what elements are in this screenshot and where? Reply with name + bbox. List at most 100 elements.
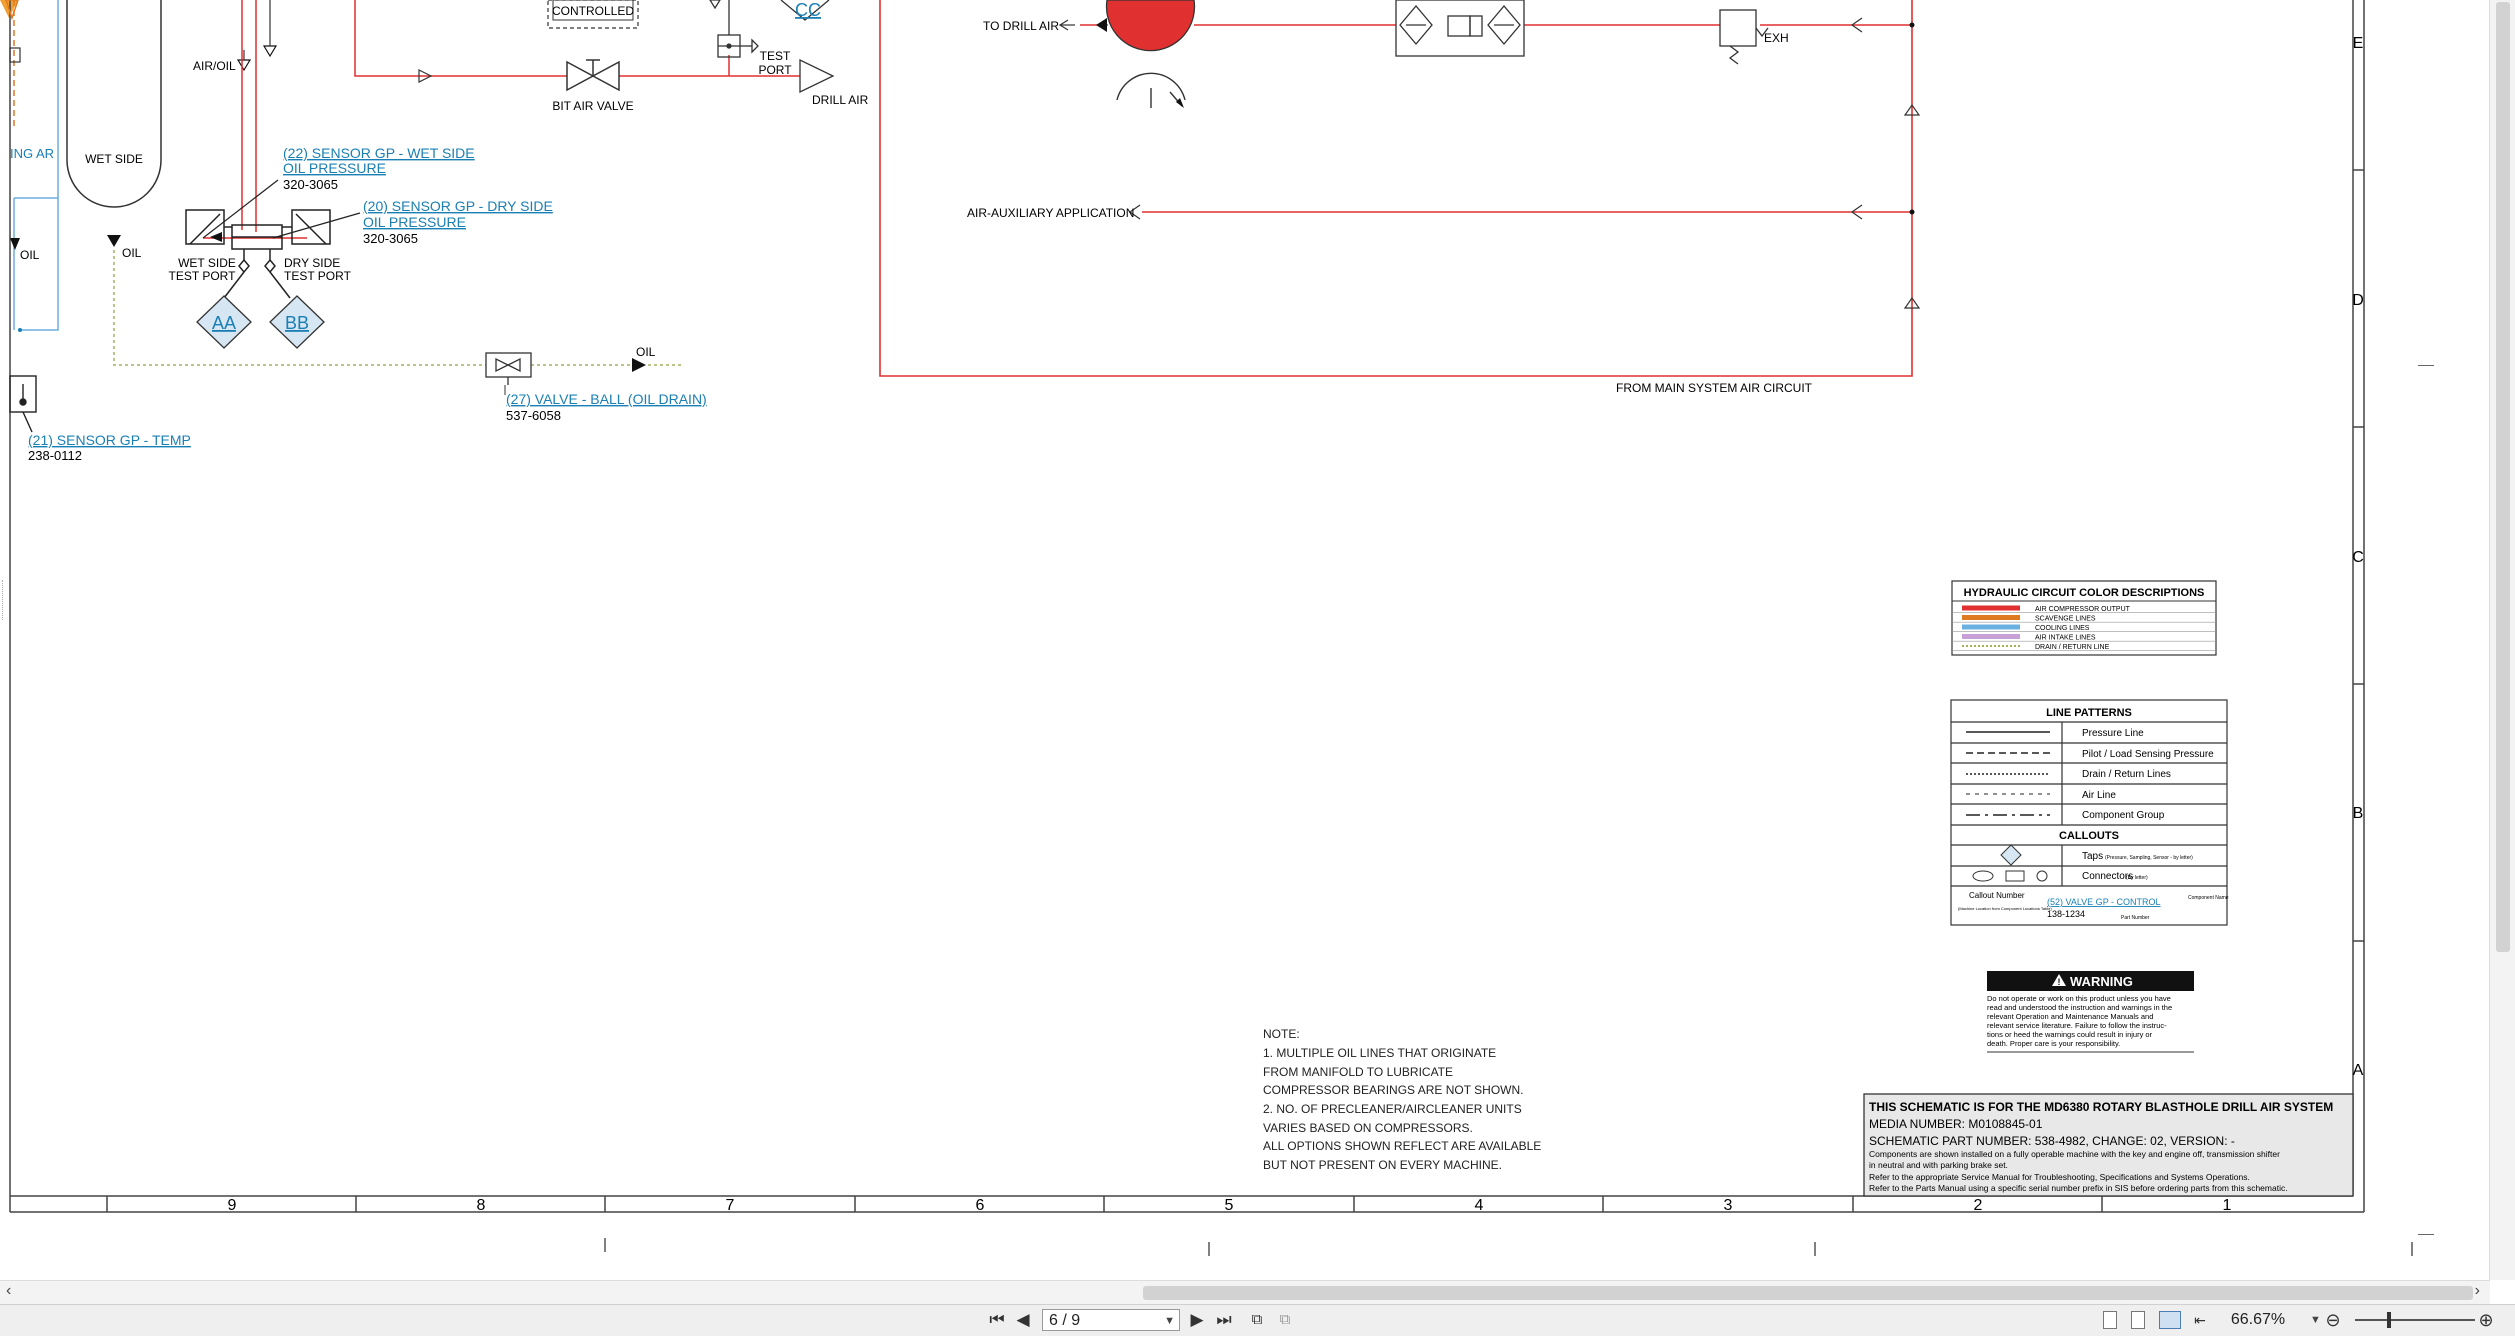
bottom-toolbar: ⏮ ◀ 6 / 9 ▼ ▶ ⏭ ⧉ ⧉ ⇤ 66.67% ▼ ⊖ ⊕ (0, 1304, 2515, 1336)
air-system-schematic: E D C B A 9 8 7 6 5 4 3 2 1 WET SIDE ING… (5, 0, 2413, 1256)
color-legend-title: HYDRAULIC CIRCUIT COLOR DESCRIPTIONS (1964, 587, 2205, 599)
warning-text-line: relevant Operation and Maintenance Manua… (1987, 1012, 2153, 1021)
callout-22-subtitle[interactable]: OIL PRESSURE (283, 160, 386, 176)
connector-legend-icons (1972, 870, 2048, 882)
example-callout-number-label: Callout Number (1969, 891, 2025, 900)
filter-regulator-group (1395, 0, 1525, 57)
air-aux-label: AIR-AUXILIARY APPLICATION (967, 206, 1134, 220)
ball-valve-symbol (485, 352, 532, 385)
example-part-label: Part Number (2121, 915, 2150, 921)
zoom-level[interactable]: 66.67% (2222, 1309, 2294, 1331)
note-line: VARIES BASED ON COMPRESSORS. (1263, 1121, 1473, 1135)
warning-title: WARNING (2070, 974, 2133, 989)
tap-cc-label[interactable]: CC (795, 0, 821, 20)
dry-side-test-label-1: DRY SIDE (284, 256, 340, 270)
callout-20-subtitle[interactable]: OIL PRESSURE (363, 214, 466, 230)
callout-27-part: 537-6058 (506, 408, 561, 423)
fit-page-icon[interactable]: ⇤ (2189, 1308, 2211, 1332)
callout-21-title[interactable]: (21) SENSOR GP - TEMP (28, 432, 191, 448)
page-margin-mark (2418, 1234, 2434, 1235)
note-line: ALL OPTIONS SHOWN REFLECT ARE AVAILABLE (1263, 1139, 1541, 1153)
title-block: THIS SCHEMATIC IS FOR THE MD6380 ROTARY … (1863, 1093, 2354, 1197)
page-number-field[interactable]: 6 / 9 ▼ (1042, 1309, 1180, 1331)
taps-note: (Pressure, Sampling, Sensor - by letter) (2105, 855, 2193, 861)
callout-21-part: 238-0112 (28, 448, 82, 463)
callout-20-part: 320-3065 (363, 231, 418, 246)
temp-sensor-symbol (9, 375, 37, 433)
zoom-dropdown-icon[interactable]: ▼ (2310, 1309, 2321, 1331)
two-page-view-icon[interactable] (2159, 1311, 2181, 1329)
tap-aa-label[interactable]: AA (212, 313, 236, 333)
col-number-7: 7 (726, 1197, 735, 1214)
scroll-left-icon[interactable]: ‹ (6, 1282, 11, 1300)
last-page-icon[interactable]: ⏭ (1212, 1308, 1236, 1332)
copy-page-icon[interactable]: ⧉ (1274, 1308, 1296, 1332)
callout-27-title[interactable]: (27) VALVE - BALL (OIL DRAIN) (506, 391, 707, 407)
single-page-view-icon[interactable] (2103, 1311, 2117, 1329)
horizontal-scroll-thumb[interactable] (1143, 1286, 2473, 1300)
title-block-heading: THIS SCHEMATIC IS FOR THE MD6380 ROTARY … (1869, 1100, 2333, 1114)
tap-bb-label[interactable]: BB (285, 313, 309, 333)
vertical-scroll-thumb[interactable] (2496, 2, 2510, 952)
callout-22-title[interactable]: (22) SENSOR GP - WET SIDE (283, 145, 475, 161)
title-block-part: SCHEMATIC PART NUMBER: 538-4982, CHANGE:… (1869, 1134, 2235, 1148)
col-number-2: 2 (1974, 1197, 1983, 1214)
row-letter-d: D (2352, 292, 2364, 309)
drill-air-label: DRILL AIR (812, 93, 869, 107)
row-letter-a: A (2353, 1062, 2364, 1079)
chevron-down-icon[interactable]: ▼ (1164, 1310, 1175, 1332)
test-port-label-1: TEST (760, 49, 791, 63)
rotate-page-icon[interactable]: ⧉ (1246, 1308, 1268, 1332)
callout-20-title[interactable]: (20) SENSOR GP - DRY SIDE (363, 198, 553, 214)
vertical-scrollbar[interactable] (2489, 0, 2515, 1280)
oil-label-mid: OIL (122, 246, 142, 260)
exh-label: EXH (1764, 31, 1789, 45)
zoom-in-icon[interactable]: ⊕ (2475, 1308, 2497, 1332)
hydraulic-color-legend: HYDRAULIC CIRCUIT COLOR DESCRIPTIONS AIR… (1951, 580, 2217, 656)
zoom-slider-knob[interactable] (2387, 1312, 2391, 1328)
example-callout: (52) VALVE GP - CONTROL (2047, 897, 2161, 907)
zoom-out-icon[interactable]: ⊖ (2322, 1308, 2344, 1332)
color-legend-label: DRAIN / RETURN LINE (2035, 644, 2110, 651)
first-page-icon[interactable]: ⏮ (986, 1308, 1008, 1332)
color-legend-label: AIR COMPRESSOR OUTPUT (2035, 606, 2131, 613)
col-number-8: 8 (477, 1197, 486, 1214)
oil-label-right: OIL (636, 345, 656, 359)
color-legend-label: COOLING LINES (2035, 625, 2090, 632)
oil-arrow-left (10, 238, 20, 250)
bit-air-valve-label: BIT AIR VALVE (552, 99, 633, 113)
air-oil-label: AIR/OIL (193, 59, 236, 73)
line-pattern-samples (1966, 731, 2050, 816)
scroll-right-icon[interactable]: › (2475, 1282, 2480, 1300)
col-number-5: 5 (1225, 1197, 1234, 1214)
col-number-9: 9 (228, 1197, 237, 1214)
title-block-line: Refer to the Parts Manual using a specif… (1869, 1183, 2288, 1193)
warning-text-line: read and understood the instruction and … (1987, 1003, 2172, 1012)
line-pattern-label: Pressure Line (2082, 728, 2144, 739)
warning-text-line: tions or heed the warnings could result … (1987, 1030, 2153, 1039)
example-component-name: Component Name (2188, 895, 2229, 901)
col-number-4: 4 (1475, 1197, 1484, 1214)
color-legend-label: AIR INTAKE LINES (2035, 635, 2096, 642)
next-page-icon[interactable]: ▶ (1186, 1308, 1208, 1332)
previous-page-icon[interactable]: ◀ (1012, 1308, 1034, 1332)
col-number-1: 1 (2223, 1197, 2232, 1214)
note-line: 2. NO. OF PRECLEANER/AIRCLEANER UNITS (1263, 1102, 1522, 1116)
warning-block: ! WARNING Do not operate or work on this… (1987, 971, 2194, 1053)
continuous-view-icon[interactable] (2131, 1311, 2145, 1329)
horizontal-scrollbar[interactable]: ‹ › (0, 1280, 2490, 1305)
note-line: FROM MANIFOLD TO LUBRICATE (1263, 1065, 1453, 1079)
line-pattern-label: Drain / Return Lines (2082, 769, 2171, 780)
line-pattern-label: Component Group (2082, 810, 2165, 821)
warning-text-line: death. Proper care is your responsibilit… (1987, 1039, 2120, 1048)
pdf-viewer-window: E D C B A 9 8 7 6 5 4 3 2 1 WET SIDE ING… (0, 0, 2515, 1336)
from-main-label: FROM MAIN SYSTEM AIR CIRCUIT (1616, 381, 1813, 395)
oil-label-left: OIL (20, 248, 40, 262)
top-left-box (9, 47, 21, 63)
page-number-value: 6 / 9 (1049, 1312, 1081, 1329)
zoom-slider[interactable] (2355, 1319, 2475, 1321)
fold-marks (604, 1238, 2413, 1256)
notes-title: NOTE: (1263, 1027, 1300, 1041)
document-canvas: E D C B A 9 8 7 6 5 4 3 2 1 WET SIDE ING… (0, 0, 2490, 1280)
row-letter-c: C (2352, 549, 2364, 566)
